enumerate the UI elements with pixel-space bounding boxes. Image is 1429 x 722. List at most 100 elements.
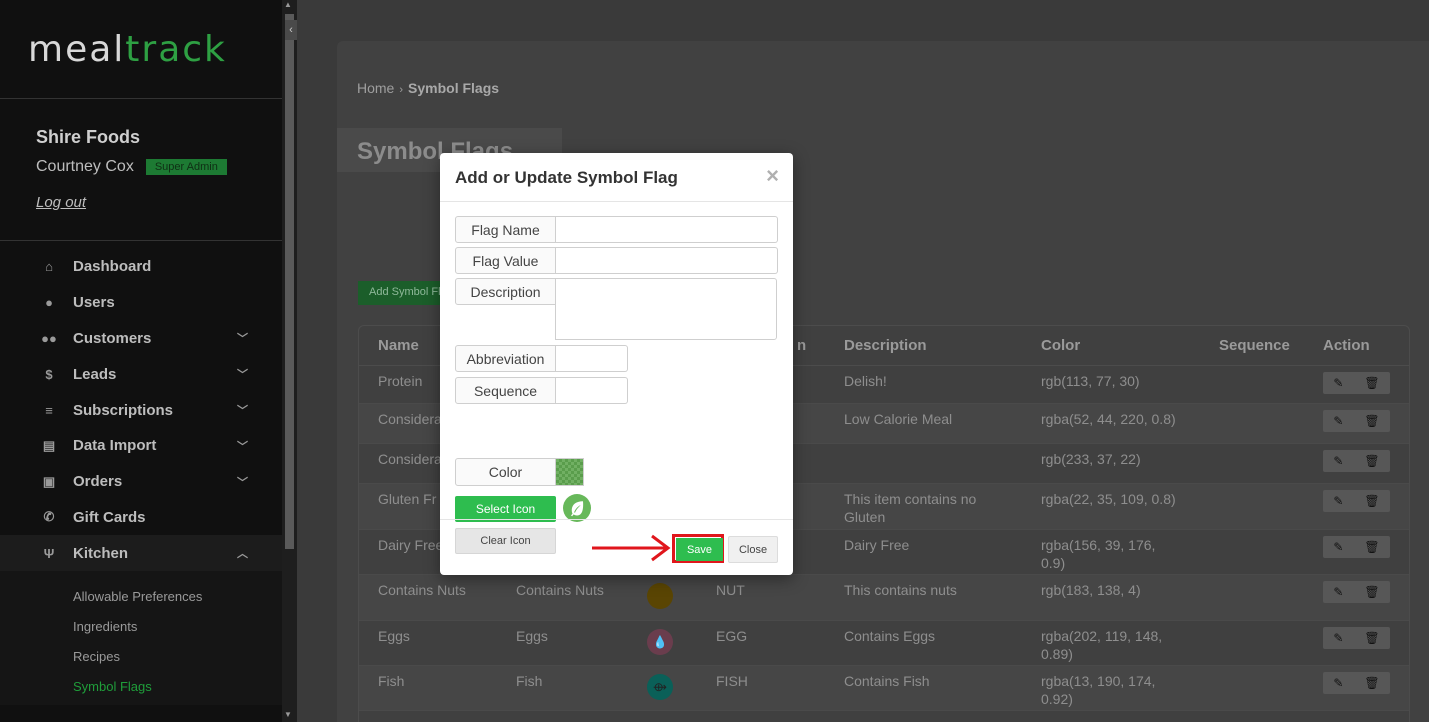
sidebar: meal track Shire Foods Courtney Cox Super… [0, 0, 282, 722]
abbreviation-input[interactable] [556, 345, 628, 372]
edit-pencil-icon[interactable]: ✎ [1333, 631, 1343, 645]
scroll-up-arrow-icon[interactable]: ▲ [284, 0, 292, 9]
sequence-input[interactable] [556, 377, 628, 404]
flag-value-input[interactable] [556, 247, 778, 274]
color-swatch-picker[interactable] [556, 458, 584, 486]
modal-header: Add or Update Symbol Flag × [440, 153, 793, 202]
header-description[interactable]: Description [844, 337, 1004, 354]
row-actions: ✎ 🗑 [1323, 410, 1390, 432]
app-logo[interactable]: meal track [0, 0, 282, 99]
cell-color: rgba(202, 119, 148, 0.89) [1041, 628, 1163, 662]
color-label: Color [455, 458, 556, 486]
add-symbol-flag-button[interactable]: Add Symbol Flag [358, 281, 448, 305]
trash-icon[interactable]: 🗑 [1364, 414, 1379, 428]
sidebar-scroll-thumb[interactable] [285, 14, 294, 549]
org-name: Shire Foods [36, 127, 141, 147]
edit-pencil-icon[interactable]: ✎ [1333, 414, 1343, 428]
sidebar-item-customers[interactable]: ●● Customers ﹀ [0, 321, 282, 357]
sidebar-item-label: Users [73, 294, 115, 312]
table-row: Fish Fish ⟴ FISH Contains Fish rgba(13, 190, … [359, 666, 1409, 711]
trash-icon[interactable]: 🗑 [1364, 631, 1379, 645]
trash-icon[interactable]: 🗑 [1364, 454, 1379, 468]
home-icon: ⌂ [45, 259, 53, 275]
header-name[interactable]: Name [378, 337, 419, 354]
utensils-icon: Ψ [43, 545, 55, 561]
sequence-field-group: Sequence [455, 377, 628, 404]
subnav-item-symbol-flags[interactable]: Symbol Flags [0, 671, 282, 701]
logout-link[interactable]: Log out [36, 194, 86, 211]
cell-description: Contains Eggs [844, 628, 936, 644]
bag-icon: ▣ [42, 473, 56, 489]
chevron-down-icon: ﹀ [237, 333, 248, 346]
chevron-up-icon: ︿ [237, 548, 248, 561]
scroll-down-arrow-icon[interactable]: ▼ [284, 710, 292, 719]
sidebar-item-label: Subscriptions [73, 401, 174, 419]
subnav-item-ingredients[interactable]: Ingredients [0, 611, 282, 641]
abbreviation-label: Abbreviation [455, 345, 556, 372]
cell-name: Considera [378, 411, 442, 427]
sidebar-item-kitchen[interactable]: Ψ Kitchen ︿ [0, 535, 282, 572]
user-name: Courtney Cox [36, 158, 134, 175]
header-color[interactable]: Color [1041, 337, 1181, 354]
trash-icon[interactable]: 🗑 [1364, 376, 1379, 390]
header-sequence[interactable]: Sequence [1219, 337, 1290, 354]
sidebar-item-dashboard[interactable]: ⌂ Dashboard [0, 249, 282, 285]
cell-description: Contains Fish [844, 673, 930, 689]
edit-pencil-icon[interactable]: ✎ [1333, 494, 1343, 508]
row-actions: ✎ 🗑 [1323, 372, 1390, 394]
cell-color: rgba(156, 39, 176, 0.9) [1041, 537, 1156, 571]
close-button[interactable]: Close [728, 536, 778, 563]
sidebar-item-gift-cards[interactable]: ✆ Gift Cards [0, 500, 282, 536]
modal-footer: Save Close [440, 519, 793, 575]
trash-icon[interactable]: 🗑 [1364, 540, 1379, 554]
user-panel: Shire Foods Courtney Cox Super Admin Log… [0, 99, 282, 241]
cell-abbreviation: EGG [716, 628, 748, 644]
modal-body: Flag Name Flag Value Description Abbrevi… [440, 202, 793, 554]
header-abbreviation[interactable]: n [797, 337, 806, 354]
table-row: Contains Nuts Contains Nuts NUT This contai… [359, 575, 1409, 621]
cell-color: rgba(13, 190, 174, 0.92) [1041, 673, 1156, 707]
close-icon[interactable]: × [766, 163, 779, 189]
sidebar-nav: ⌂ Dashboard ● Users ●● Customers ﹀ $ Leads ﹀ ≡ Subs… [0, 241, 282, 706]
file-icon: ▤ [42, 437, 56, 453]
row-actions: ✎ 🗑 [1323, 450, 1390, 472]
sequence-label: Sequence [455, 377, 556, 404]
sidebar-collapse-button[interactable]: ‹ [285, 20, 297, 40]
flag-name-label: Flag Name [455, 216, 556, 243]
description-textarea[interactable] [555, 278, 777, 340]
description-field-group: Description [455, 278, 777, 340]
row-actions: ✎ 🗑 [1323, 490, 1390, 512]
sidebar-item-orders[interactable]: ▣ Orders ﹀ [0, 464, 282, 500]
sidebar-item-users[interactable]: ● Users [0, 285, 282, 321]
flag-icon: ⟴ [647, 674, 673, 700]
sidebar-item-data-import[interactable]: ▤ Data Import ﹀ [0, 428, 282, 464]
abbreviation-field-group: Abbreviation [455, 345, 628, 372]
cell-value: Eggs [516, 628, 548, 644]
subnav-item-recipes[interactable]: Recipes [0, 641, 282, 671]
breadcrumb-home[interactable]: Home [357, 80, 394, 96]
sidebar-item-label: Leads [73, 365, 117, 383]
trash-icon[interactable]: 🗑 [1364, 494, 1379, 508]
edit-pencil-icon[interactable]: ✎ [1333, 585, 1343, 599]
cell-value: Fish [516, 673, 543, 689]
cell-name: Protein [378, 373, 423, 389]
description-label: Description [455, 278, 556, 305]
sidebar-item-label: Data Import [73, 437, 157, 455]
trash-icon[interactable]: 🗑 [1364, 676, 1379, 690]
row-actions: ✎ 🗑 [1323, 581, 1390, 603]
edit-pencil-icon[interactable]: ✎ [1333, 454, 1343, 468]
edit-pencil-icon[interactable]: ✎ [1333, 540, 1343, 554]
save-button[interactable]: Save [676, 538, 723, 561]
flag-name-input[interactable] [556, 216, 778, 243]
edit-pencil-icon[interactable]: ✎ [1333, 676, 1343, 690]
sidebar-item-subscriptions[interactable]: ≡ Subscriptions ﹀ [0, 392, 282, 428]
symbol-flag-modal: Add or Update Symbol Flag × Flag Name Fl… [440, 153, 793, 575]
header-action: Action [1323, 337, 1370, 354]
logo-text-meal: meal [28, 28, 126, 70]
edit-pencil-icon[interactable]: ✎ [1333, 376, 1343, 390]
subnav-item-allowable-preferences[interactable]: Allowable Preferences [0, 581, 282, 611]
chevron-down-icon: ﹀ [237, 476, 248, 489]
cell-value: Contains Nuts [516, 582, 604, 598]
sidebar-item-leads[interactable]: $ Leads ﹀ [0, 356, 282, 392]
trash-icon[interactable]: 🗑 [1364, 585, 1379, 599]
